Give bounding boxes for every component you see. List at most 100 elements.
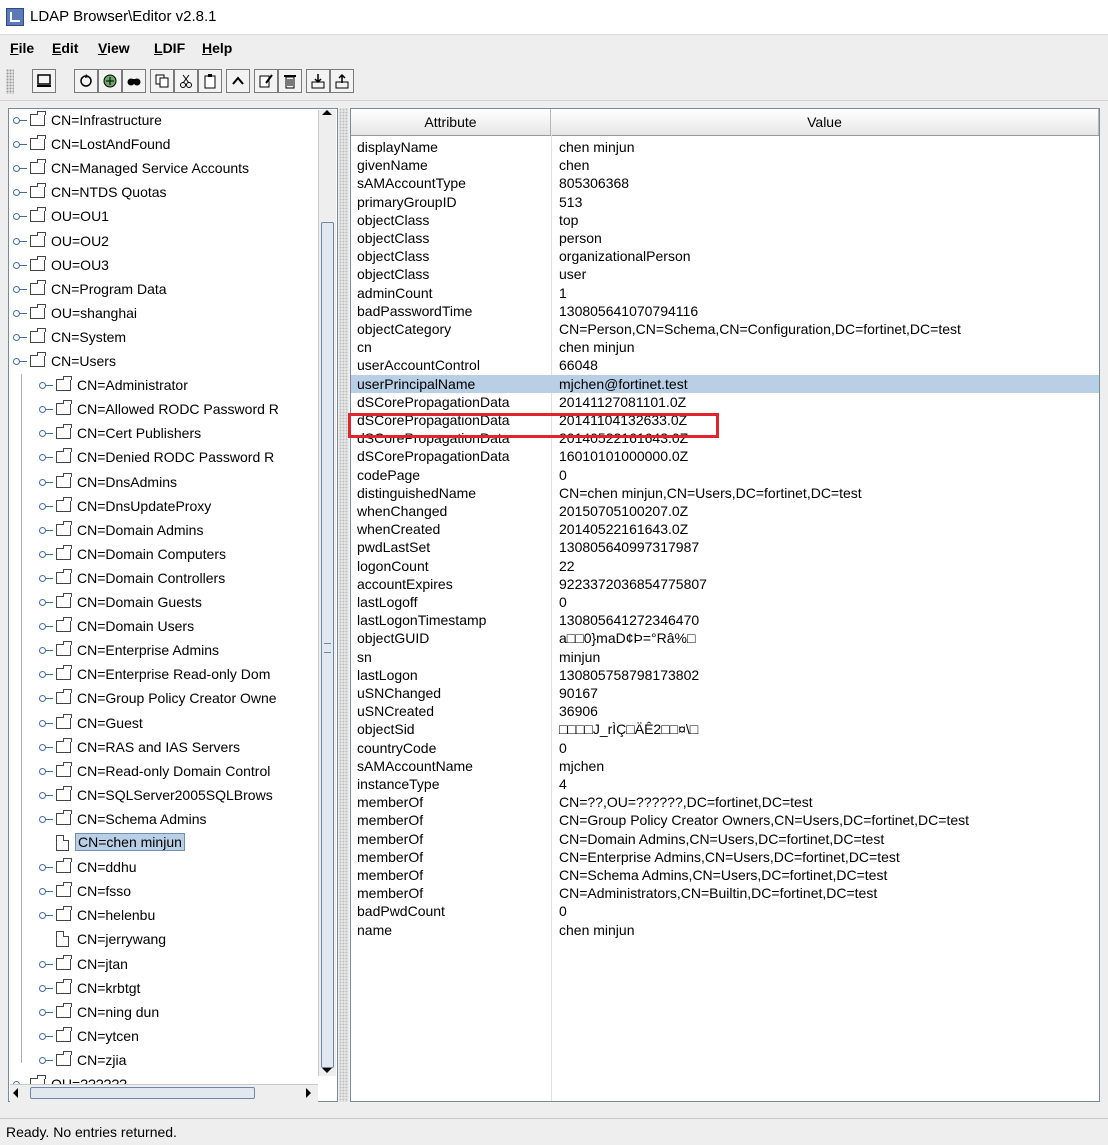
- table-row[interactable]: userPrincipalName mjchen@fortinet.test: [351, 374, 1099, 393]
- tree-expand-handle-icon[interactable]: [39, 526, 53, 535]
- tree-scroll-thumb[interactable]: [321, 222, 334, 1068]
- tree-expand-handle-icon[interactable]: [39, 767, 53, 776]
- table-row[interactable]: memberOf CN=Domain Admins,CN=Users,DC=for…: [351, 830, 1099, 848]
- tree-node[interactable]: OU=OU1: [13, 205, 319, 229]
- tree-node[interactable]: CN=ning dun: [39, 1001, 319, 1025]
- tree-node[interactable]: CN=fsso: [39, 880, 319, 904]
- tree-expand-handle-icon[interactable]: [39, 719, 53, 728]
- table-row[interactable]: instanceType 4: [351, 775, 1099, 793]
- tree-node[interactable]: CN=DnsAdmins: [39, 471, 319, 495]
- tree-node[interactable]: CN=Domain Guests: [39, 591, 319, 615]
- tree-expand-handle-icon[interactable]: [39, 912, 53, 920]
- tree-node[interactable]: CN=Cert Publishers: [39, 422, 319, 446]
- tree-node[interactable]: CN=Enterprise Read-only Dom: [39, 663, 319, 687]
- tree-expand-handle-icon[interactable]: [39, 478, 53, 487]
- tree-node[interactable]: CN=RAS and IAS Servers: [39, 736, 319, 760]
- tree-node[interactable]: CN=SQLServer2005SQLBrows: [39, 784, 319, 808]
- toolbar-grip[interactable]: [6, 69, 14, 94]
- tree-expand-handle-icon[interactable]: [13, 309, 27, 318]
- table-row[interactable]: objectSid □□□□J_rÌÇ□ÄÊ2□□¤\□: [351, 720, 1099, 738]
- tree-expand-handle-icon[interactable]: [13, 117, 27, 125]
- table-row[interactable]: badPasswordTime 130805641070794116: [351, 302, 1099, 320]
- table-row[interactable]: objectClass person: [351, 229, 1099, 247]
- cut-icon[interactable]: [174, 69, 198, 93]
- tree-node[interactable]: CN=Program Data: [13, 278, 319, 302]
- tree-node[interactable]: CN=zjia: [39, 1049, 319, 1073]
- tree-expand-handle-icon[interactable]: [39, 960, 53, 969]
- table-row[interactable]: objectGUID a□□0}maD¢Þ=°Râ%□: [351, 629, 1099, 647]
- table-row[interactable]: memberOf CN=??,OU=??????,DC=fortinet,DC=t…: [351, 793, 1099, 811]
- tree-leaf[interactable]: CN=chen minjun: [39, 832, 319, 856]
- tree-node[interactable]: CN=Enterprise Admins: [39, 639, 319, 663]
- edit-icon[interactable]: [254, 69, 278, 93]
- menu-file[interactable]: File: [10, 40, 34, 56]
- table-row[interactable]: lastLogoff 0: [351, 593, 1099, 611]
- import-icon[interactable]: [306, 69, 330, 93]
- tree-node[interactable]: CN=Infrastructure: [13, 109, 319, 133]
- tree-expand-handle-icon[interactable]: [39, 550, 53, 559]
- tree-node[interactable]: CN=Read-only Domain Control: [39, 760, 319, 784]
- tree-node[interactable]: CN=Allowed RODC Password R: [39, 398, 319, 422]
- tree-node[interactable]: CN=NTDS Quotas: [13, 181, 319, 205]
- tree-expand-handle-icon[interactable]: [13, 189, 27, 197]
- tree-expand-handle-icon[interactable]: [39, 815, 53, 824]
- export-icon[interactable]: [330, 69, 354, 93]
- tree-node[interactable]: CN=helenbu: [39, 904, 319, 928]
- panel-splitter[interactable]: [339, 108, 348, 1102]
- tree-node[interactable]: CN=jtan: [39, 953, 319, 977]
- table-row[interactable]: givenName chen: [351, 156, 1099, 174]
- table-row[interactable]: primaryGroupID 513: [351, 193, 1099, 211]
- table-row[interactable]: badPwdCount 0: [351, 902, 1099, 920]
- tree-expand-handle-icon[interactable]: [39, 695, 53, 703]
- tree-expand-handle-icon[interactable]: [39, 743, 53, 752]
- tree-expand-handle-icon[interactable]: [39, 647, 53, 655]
- table-row[interactable]: codePage 0: [351, 466, 1099, 484]
- column-header-value[interactable]: Value: [551, 109, 1099, 135]
- tree-expand-handle-icon[interactable]: [13, 237, 27, 246]
- up-icon[interactable]: [226, 69, 250, 93]
- table-row[interactable]: accountExpires 9223372036854775807: [351, 575, 1099, 593]
- table-row[interactable]: sAMAccountType 805306368: [351, 174, 1099, 192]
- search-icon[interactable]: [122, 69, 146, 93]
- column-header-attribute[interactable]: Attribute: [351, 109, 551, 135]
- tree-expand-handle-icon[interactable]: [39, 574, 53, 583]
- tree-expand-handle-icon[interactable]: [13, 285, 27, 294]
- tree-expand-handle-icon[interactable]: [39, 864, 53, 872]
- tree-node[interactable]: OU=OU3: [13, 254, 319, 278]
- connect-icon[interactable]: [98, 69, 122, 93]
- tree-expand-handle-icon[interactable]: [39, 406, 53, 414]
- table-row[interactable]: sAMAccountName mjchen: [351, 757, 1099, 775]
- tree-leaf[interactable]: CN=jerrywang: [39, 928, 319, 952]
- tree-expand-handle-icon[interactable]: [39, 671, 53, 679]
- paste-icon[interactable]: [198, 69, 222, 93]
- tree-node[interactable]: CN=Domain Users: [39, 615, 319, 639]
- tree-expand-handle-icon[interactable]: [13, 213, 27, 221]
- table-row[interactable]: whenCreated 20140522161643.0Z: [351, 520, 1099, 538]
- tree-expand-handle-icon[interactable]: [13, 358, 27, 366]
- table-row[interactable]: pwdLastSet 130805640997317987: [351, 538, 1099, 556]
- tree-expand-handle-icon[interactable]: [39, 984, 53, 993]
- scroll-left-arrow-icon[interactable]: [13, 1088, 18, 1098]
- table-row[interactable]: countryCode 0: [351, 739, 1099, 757]
- tree-node[interactable]: CN=System: [13, 326, 319, 350]
- table-row[interactable]: uSNCreated 36906: [351, 702, 1099, 720]
- scroll-right-arrow-icon[interactable]: [306, 1088, 311, 1098]
- table-row[interactable]: uSNChanged 90167: [351, 684, 1099, 702]
- menu-edit[interactable]: Edit: [52, 40, 78, 56]
- table-row[interactable]: displayName chen minjun: [351, 138, 1099, 156]
- table-row[interactable]: lastLogon 130805758798173802: [351, 666, 1099, 684]
- tree-node[interactable]: CN=ddhu: [39, 856, 319, 880]
- menu-ldif[interactable]: LDIF: [154, 40, 185, 56]
- table-row[interactable]: memberOf CN=Group Policy Creator Owners,C…: [351, 811, 1099, 829]
- table-row[interactable]: objectClass organizationalPerson: [351, 247, 1099, 265]
- delete-icon[interactable]: [278, 69, 302, 93]
- tree-expand-handle-icon[interactable]: [13, 333, 27, 342]
- tree-node[interactable]: CN=Group Policy Creator Owne: [39, 687, 319, 711]
- tree-node[interactable]: CN=DnsUpdateProxy: [39, 495, 319, 519]
- tree-expand-handle-icon[interactable]: [39, 599, 53, 607]
- scroll-up-arrow-icon[interactable]: [322, 110, 332, 115]
- tree-expand-handle-icon[interactable]: [39, 1032, 53, 1041]
- tree-expand-handle-icon[interactable]: [39, 502, 53, 511]
- table-row[interactable]: cn chen minjun: [351, 338, 1099, 356]
- table-row[interactable]: userAccountControl 66048: [351, 356, 1099, 374]
